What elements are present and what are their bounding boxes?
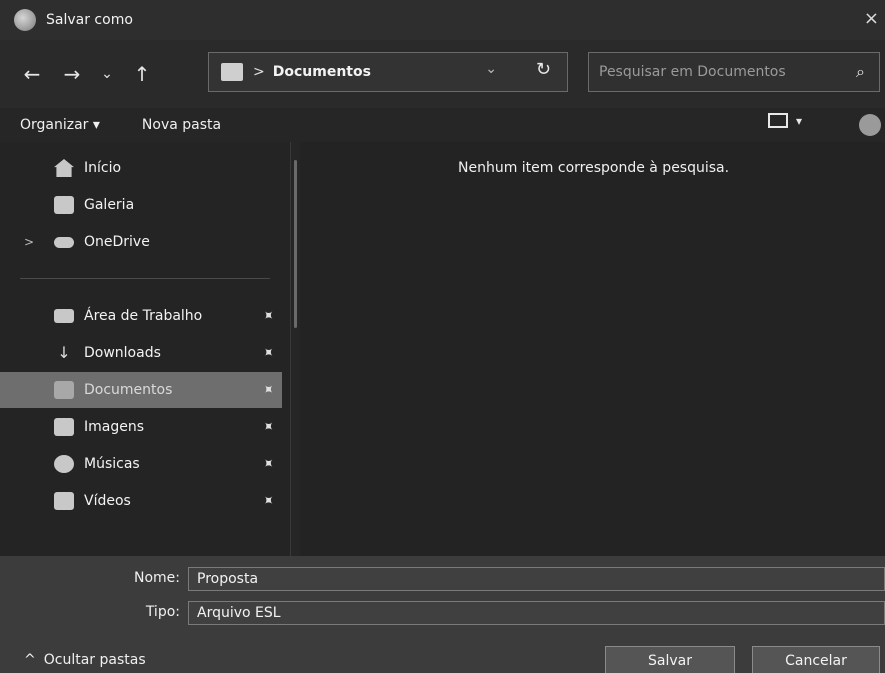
cloud-icon — [54, 237, 74, 248]
save-as-dialog: Salvar como × ← → ⌄ ↑ > Documentos ⌄ ↻ P… — [0, 0, 885, 673]
sidebar-item-label: Downloads — [84, 345, 161, 361]
organize-button[interactable]: Organizar ▾ — [20, 117, 100, 133]
sidebar-item-galeria[interactable]: Galeria — [0, 187, 282, 223]
pin-icon[interactable]: ✦ — [258, 417, 278, 437]
file-name-field[interactable]: Proposta — [188, 567, 885, 591]
sidebar-scrollbar[interactable] — [294, 160, 297, 328]
sidebar-item-videos[interactable]: Vídeos ✦ — [0, 483, 282, 519]
back-icon[interactable]: ← — [12, 62, 52, 86]
title-bar: Salvar como × — [0, 0, 885, 40]
cancel-button[interactable]: Cancelar — [752, 646, 880, 673]
new-folder-button[interactable]: Nova pasta — [142, 117, 221, 133]
chevron-down-icon: ▾ — [796, 113, 803, 128]
sidebar-item-label: OneDrive — [84, 234, 150, 250]
file-name-label: Nome: — [133, 570, 180, 586]
file-type-label: Tipo: — [145, 604, 180, 620]
window-title: Salvar como — [46, 12, 133, 28]
pin-icon[interactable]: ✦ — [258, 343, 278, 363]
music-icon — [54, 455, 74, 473]
help-icon[interactable] — [859, 114, 881, 136]
sidebar-item-label: Área de Trabalho — [84, 308, 203, 324]
empty-results-message: Nenhum item corresponde à pesquisa. — [458, 160, 730, 176]
gallery-icon — [54, 196, 74, 214]
app-icon — [14, 9, 36, 31]
videos-icon — [54, 492, 74, 510]
pictures-icon — [54, 418, 74, 436]
view-icon — [768, 113, 788, 128]
up-icon[interactable]: ↑ — [122, 62, 162, 86]
sidebar-item-documentos[interactable]: Documentos ✦ — [0, 372, 282, 408]
file-type-select[interactable]: Arquivo ESL — [188, 601, 885, 625]
chevron-right-icon[interactable]: > — [24, 235, 34, 249]
refresh-icon[interactable]: ↻ — [536, 59, 551, 80]
chevron-up-icon: ^ — [24, 652, 36, 668]
pin-icon[interactable]: ✦ — [258, 491, 278, 511]
sidebar-item-label: Imagens — [84, 419, 145, 435]
home-icon — [54, 159, 74, 177]
search-icon[interactable]: ⌕ — [856, 62, 865, 82]
sidebar-item-downloads[interactable]: ↓ Downloads ✦ — [0, 335, 282, 371]
sidebar-item-label: Documentos — [84, 382, 173, 398]
close-icon[interactable]: × — [864, 8, 879, 29]
pin-icon[interactable]: ✦ — [258, 454, 278, 474]
sidebar-item-inicio[interactable]: Início — [0, 150, 282, 186]
command-bar: Organizar ▾ Nova pasta ▾ — [0, 108, 885, 142]
file-type-value: Arquivo ESL — [197, 605, 281, 621]
sidebar-item-label: Músicas — [84, 456, 140, 472]
save-form: Nome: Proposta Tipo: Arquivo ESL ^ Ocult… — [0, 556, 885, 673]
sidebar-item-musicas[interactable]: Músicas ✦ — [0, 446, 282, 482]
sidebar-item-label: Vídeos — [84, 493, 131, 509]
chevron-down-icon[interactable]: ⌄ — [485, 61, 497, 77]
search-placeholder: Pesquisar em Documentos — [599, 64, 786, 80]
desktop-icon — [54, 309, 74, 323]
search-input[interactable]: Pesquisar em Documentos ⌕ — [588, 52, 880, 92]
forward-icon[interactable]: → — [52, 62, 92, 86]
sidebar-item-label: Galeria — [84, 197, 135, 213]
download-icon: ↓ — [57, 343, 71, 362]
sidebar-divider — [20, 278, 270, 279]
breadcrumb-documents[interactable]: Documentos — [273, 64, 371, 80]
pin-icon[interactable]: ✦ — [258, 380, 278, 400]
sidebar-item-desktop[interactable]: Área de Trabalho ✦ — [0, 298, 282, 334]
recent-locations-icon[interactable]: ⌄ — [92, 66, 122, 82]
sidebar-item-imagens[interactable]: Imagens ✦ — [0, 409, 282, 445]
breadcrumb-separator[interactable]: > — [253, 64, 265, 80]
hide-folders-button[interactable]: ^ Ocultar pastas — [24, 652, 146, 668]
navigation-bar: ← → ⌄ ↑ > Documentos ⌄ ↻ Pesquisar em Do… — [0, 40, 885, 108]
address-bar[interactable]: > Documentos ⌄ ↻ — [208, 52, 568, 92]
pin-icon[interactable]: ✦ — [258, 306, 278, 326]
save-button[interactable]: Salvar — [605, 646, 735, 673]
file-list-area[interactable]: Nenhum item corresponde à pesquisa. — [300, 142, 885, 556]
documents-icon — [54, 381, 74, 399]
file-name-value: Proposta — [197, 571, 259, 587]
sidebar-item-label: Início — [84, 160, 122, 176]
sidebar-item-onedrive[interactable]: > OneDrive — [0, 224, 282, 260]
hide-folders-label: Ocultar pastas — [43, 652, 146, 668]
view-options-button[interactable]: ▾ — [768, 113, 802, 128]
folder-icon — [221, 63, 243, 81]
navigation-pane: Início Galeria > OneDrive Área de Trabal… — [0, 142, 297, 556]
